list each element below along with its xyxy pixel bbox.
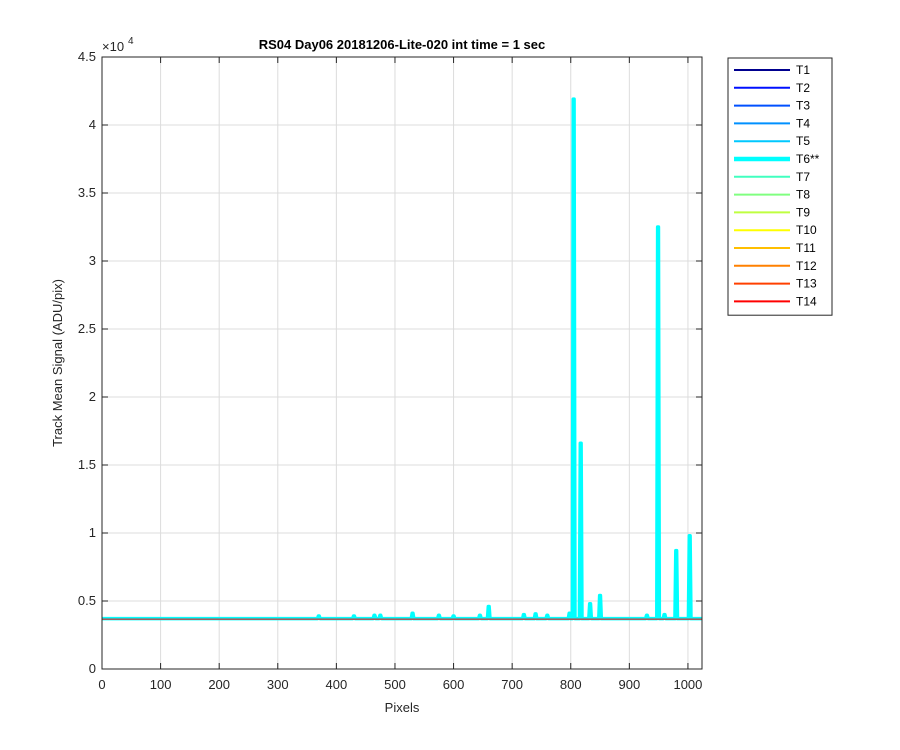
legend-label: T9 — [796, 205, 810, 219]
chart-title: RS04 Day06 20181206-Lite-020 int time = … — [259, 37, 546, 52]
legend-label: T11 — [796, 241, 816, 255]
y-exponent-power: 4 — [128, 36, 134, 47]
x-tick-label: 200 — [208, 677, 230, 692]
legend-label: T3 — [796, 99, 810, 113]
y-tick-label: 0 — [89, 661, 96, 676]
y-tick-label: 3 — [89, 253, 96, 268]
x-tick-label: 300 — [267, 677, 289, 692]
legend-label: T7 — [796, 170, 810, 184]
x-tick-label: 600 — [443, 677, 465, 692]
legend-label: T6** — [796, 152, 820, 166]
legend-label: T13 — [796, 277, 817, 291]
legend-label: T1 — [796, 63, 810, 77]
legend-label: T4 — [796, 116, 810, 130]
y-tick-label: 4 — [89, 117, 96, 132]
legend-label: T8 — [796, 188, 810, 202]
y-tick-label: 0.5 — [78, 593, 96, 608]
x-tick-label: 500 — [384, 677, 406, 692]
x-tick-label: 0 — [98, 677, 105, 692]
legend-label: T5 — [796, 134, 810, 148]
legend-label: T12 — [796, 259, 817, 273]
legend: T1 T2 T3 T4 T5 T6** T7 T8 T9 T10 T11 T12 T13 T14 — [727, 57, 833, 316]
x-tick-label: 1000 — [673, 677, 702, 692]
y-tick-label: 3.5 — [78, 185, 96, 200]
legend-label: T2 — [796, 81, 810, 95]
legend-label: T10 — [796, 223, 817, 237]
x-tick-label: 800 — [560, 677, 582, 692]
plot-area — [102, 57, 702, 669]
y-tick-label: 4.5 — [78, 49, 96, 64]
y-exponent-base: ×10 — [102, 39, 124, 54]
y-axis-label: Track Mean Signal (ADU/pix) — [50, 279, 65, 447]
legend-label: T14 — [796, 294, 817, 308]
x-tick-label: 900 — [618, 677, 640, 692]
y-tick-label: 1.5 — [78, 457, 96, 472]
y-tick-label: 1 — [89, 525, 96, 540]
y-tick-label: 2 — [89, 389, 96, 404]
figure: 0 100 200 300 400 500 600 700 800 900 1000 0 0.5 1 1.5… — [0, 0, 900, 750]
y-tick-label: 2.5 — [78, 321, 96, 336]
x-axis-label: Pixels — [385, 700, 420, 715]
x-tick-label: 400 — [326, 677, 348, 692]
x-tick-label: 700 — [501, 677, 523, 692]
x-tick-label: 100 — [150, 677, 172, 692]
